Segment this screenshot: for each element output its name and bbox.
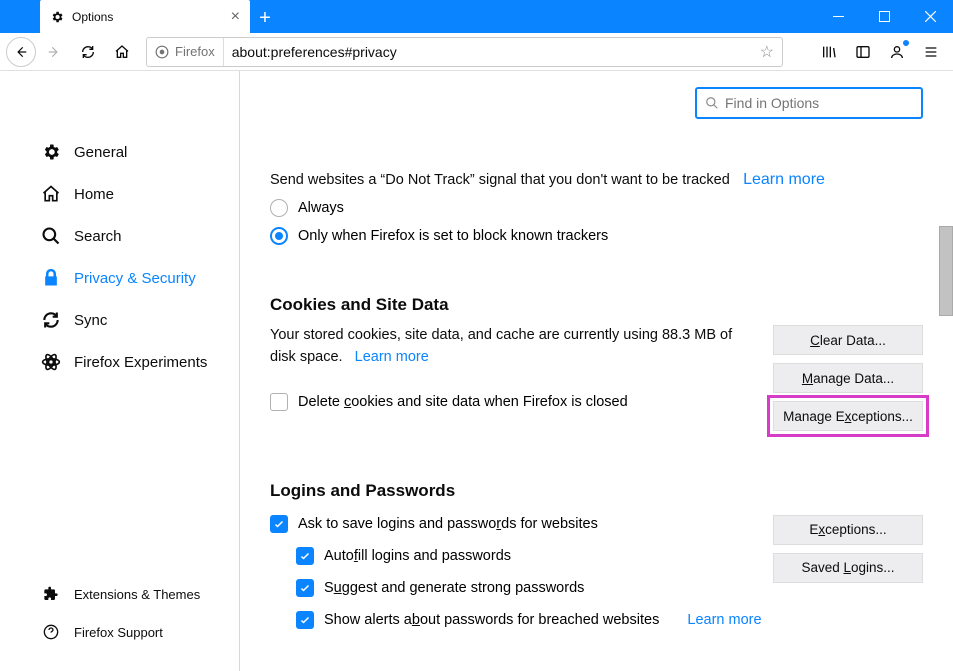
tab-label: Options (72, 10, 113, 24)
sidebar-item-privacy[interactable]: Privacy & Security (0, 257, 239, 299)
gear-icon (50, 10, 64, 24)
ask-save-label: Ask to save logins and passwords for web… (298, 516, 598, 532)
puzzle-icon (40, 583, 62, 605)
minimize-button[interactable] (815, 0, 861, 33)
dnt-section: Send websites a “Do Not Track” signal th… (270, 171, 923, 245)
dnt-default-row[interactable]: Only when Firefox is set to block known … (270, 227, 923, 245)
library-button[interactable] (813, 36, 845, 68)
logins-title: Logins and Passwords (270, 481, 923, 501)
profile-button[interactable] (881, 36, 913, 68)
sidebar-item-label: Home (74, 186, 114, 203)
gear-icon (40, 141, 62, 163)
cookies-usage-text: Your stored cookies, site data, and cach… (270, 327, 732, 365)
find-input[interactable] (725, 95, 913, 111)
logins-exceptions-button[interactable]: Exceptions... (773, 515, 923, 545)
radio-checked-icon[interactable] (270, 227, 288, 245)
close-icon[interactable]: × (231, 8, 240, 26)
manage-exceptions-button[interactable]: Manage Exceptions... (773, 401, 923, 431)
dnt-default-label: Only when Firefox is set to block known … (298, 228, 608, 244)
sidebar-item-general[interactable]: General (0, 131, 239, 173)
window-controls (815, 0, 953, 33)
sidebar-item-label: Extensions & Themes (74, 587, 200, 602)
checkbox-checked-icon[interactable] (296, 547, 314, 565)
search-icon (705, 96, 719, 110)
main-panel: Send websites a “Do Not Track” signal th… (240, 71, 953, 671)
tab-options[interactable]: Options × (40, 0, 250, 33)
cookies-title: Cookies and Site Data (270, 295, 923, 315)
manage-data-button[interactable]: Manage Data... (773, 363, 923, 393)
nav-toolbar: Firefox ☆ (0, 33, 953, 71)
back-button[interactable] (6, 37, 36, 67)
sidebar-item-label: Search (74, 228, 122, 245)
sidebar-item-extensions[interactable]: Extensions & Themes (0, 575, 239, 613)
menu-button[interactable] (915, 36, 947, 68)
search-icon (40, 225, 62, 247)
sidebar-item-label: Privacy & Security (74, 270, 196, 287)
checkbox-checked-icon[interactable] (296, 611, 314, 629)
content: General Home Search Privacy & Security S… (0, 71, 953, 671)
home-button[interactable] (106, 36, 138, 68)
forward-button[interactable] (38, 36, 70, 68)
question-icon (40, 621, 62, 643)
preferences-sidebar: General Home Search Privacy & Security S… (0, 71, 240, 671)
checkbox-icon[interactable] (270, 393, 288, 411)
cookies-learn-more-link[interactable]: Learn more (355, 349, 429, 365)
dnt-description: Send websites a “Do Not Track” signal th… (270, 172, 730, 188)
alerts-label: Show alerts about passwords for breached… (324, 612, 659, 628)
sync-icon (40, 309, 62, 331)
dnt-always-label: Always (298, 200, 344, 216)
sidebar-item-home[interactable]: Home (0, 173, 239, 215)
sidebar-item-sync[interactable]: Sync (0, 299, 239, 341)
flask-icon (40, 351, 62, 373)
sidebar-toggle-button[interactable] (847, 36, 879, 68)
firefox-icon (155, 45, 169, 59)
dnt-always-row[interactable]: Always (270, 199, 923, 217)
cookies-body: Your stored cookies, site data, and cach… (270, 325, 923, 411)
sidebar-item-label: General (74, 144, 127, 161)
dnt-learn-more-link[interactable]: Learn more (743, 171, 825, 188)
checkbox-checked-icon[interactable] (270, 515, 288, 533)
new-tab-button[interactable]: + (250, 3, 280, 33)
identity-box[interactable]: Firefox (147, 38, 224, 66)
reload-button[interactable] (72, 36, 104, 68)
logins-body: Ask to save logins and passwords for web… (270, 515, 923, 629)
sidebar-item-support[interactable]: Firefox Support (0, 613, 239, 651)
find-in-options[interactable] (695, 87, 923, 119)
maximize-button[interactable] (861, 0, 907, 33)
sidebar-item-label: Firefox Support (74, 625, 163, 640)
close-window-button[interactable] (907, 0, 953, 33)
sidebar-item-label: Sync (74, 312, 107, 329)
sidebar-item-experiments[interactable]: Firefox Experiments (0, 341, 239, 383)
clear-data-button[interactable]: Clear Data... (773, 325, 923, 355)
bookmark-star-icon[interactable]: ☆ (752, 42, 782, 62)
sidebar-item-search[interactable]: Search (0, 215, 239, 257)
alerts-row[interactable]: Show alerts about passwords for breached… (296, 611, 923, 629)
sidebar-item-label: Firefox Experiments (74, 354, 207, 371)
alerts-learn-more-link[interactable]: Learn more (687, 612, 761, 628)
scrollbar-thumb[interactable] (939, 226, 953, 316)
tab-strip: Options × + (0, 0, 280, 33)
home-icon (40, 183, 62, 205)
suggest-label: Suggest and generate strong passwords (324, 580, 584, 596)
checkbox-checked-icon[interactable] (296, 579, 314, 597)
delete-on-close-label: Delete cookies and site data when Firefo… (298, 394, 628, 410)
identity-label: Firefox (175, 44, 215, 59)
saved-logins-button[interactable]: Saved Logins... (773, 553, 923, 583)
urlbar[interactable]: Firefox ☆ (146, 37, 783, 67)
autofill-label: Autofill logins and passwords (324, 548, 511, 564)
lock-icon (40, 267, 62, 289)
radio-icon[interactable] (270, 199, 288, 217)
titlebar: Options × + (0, 0, 953, 33)
url-input[interactable] (224, 44, 752, 60)
